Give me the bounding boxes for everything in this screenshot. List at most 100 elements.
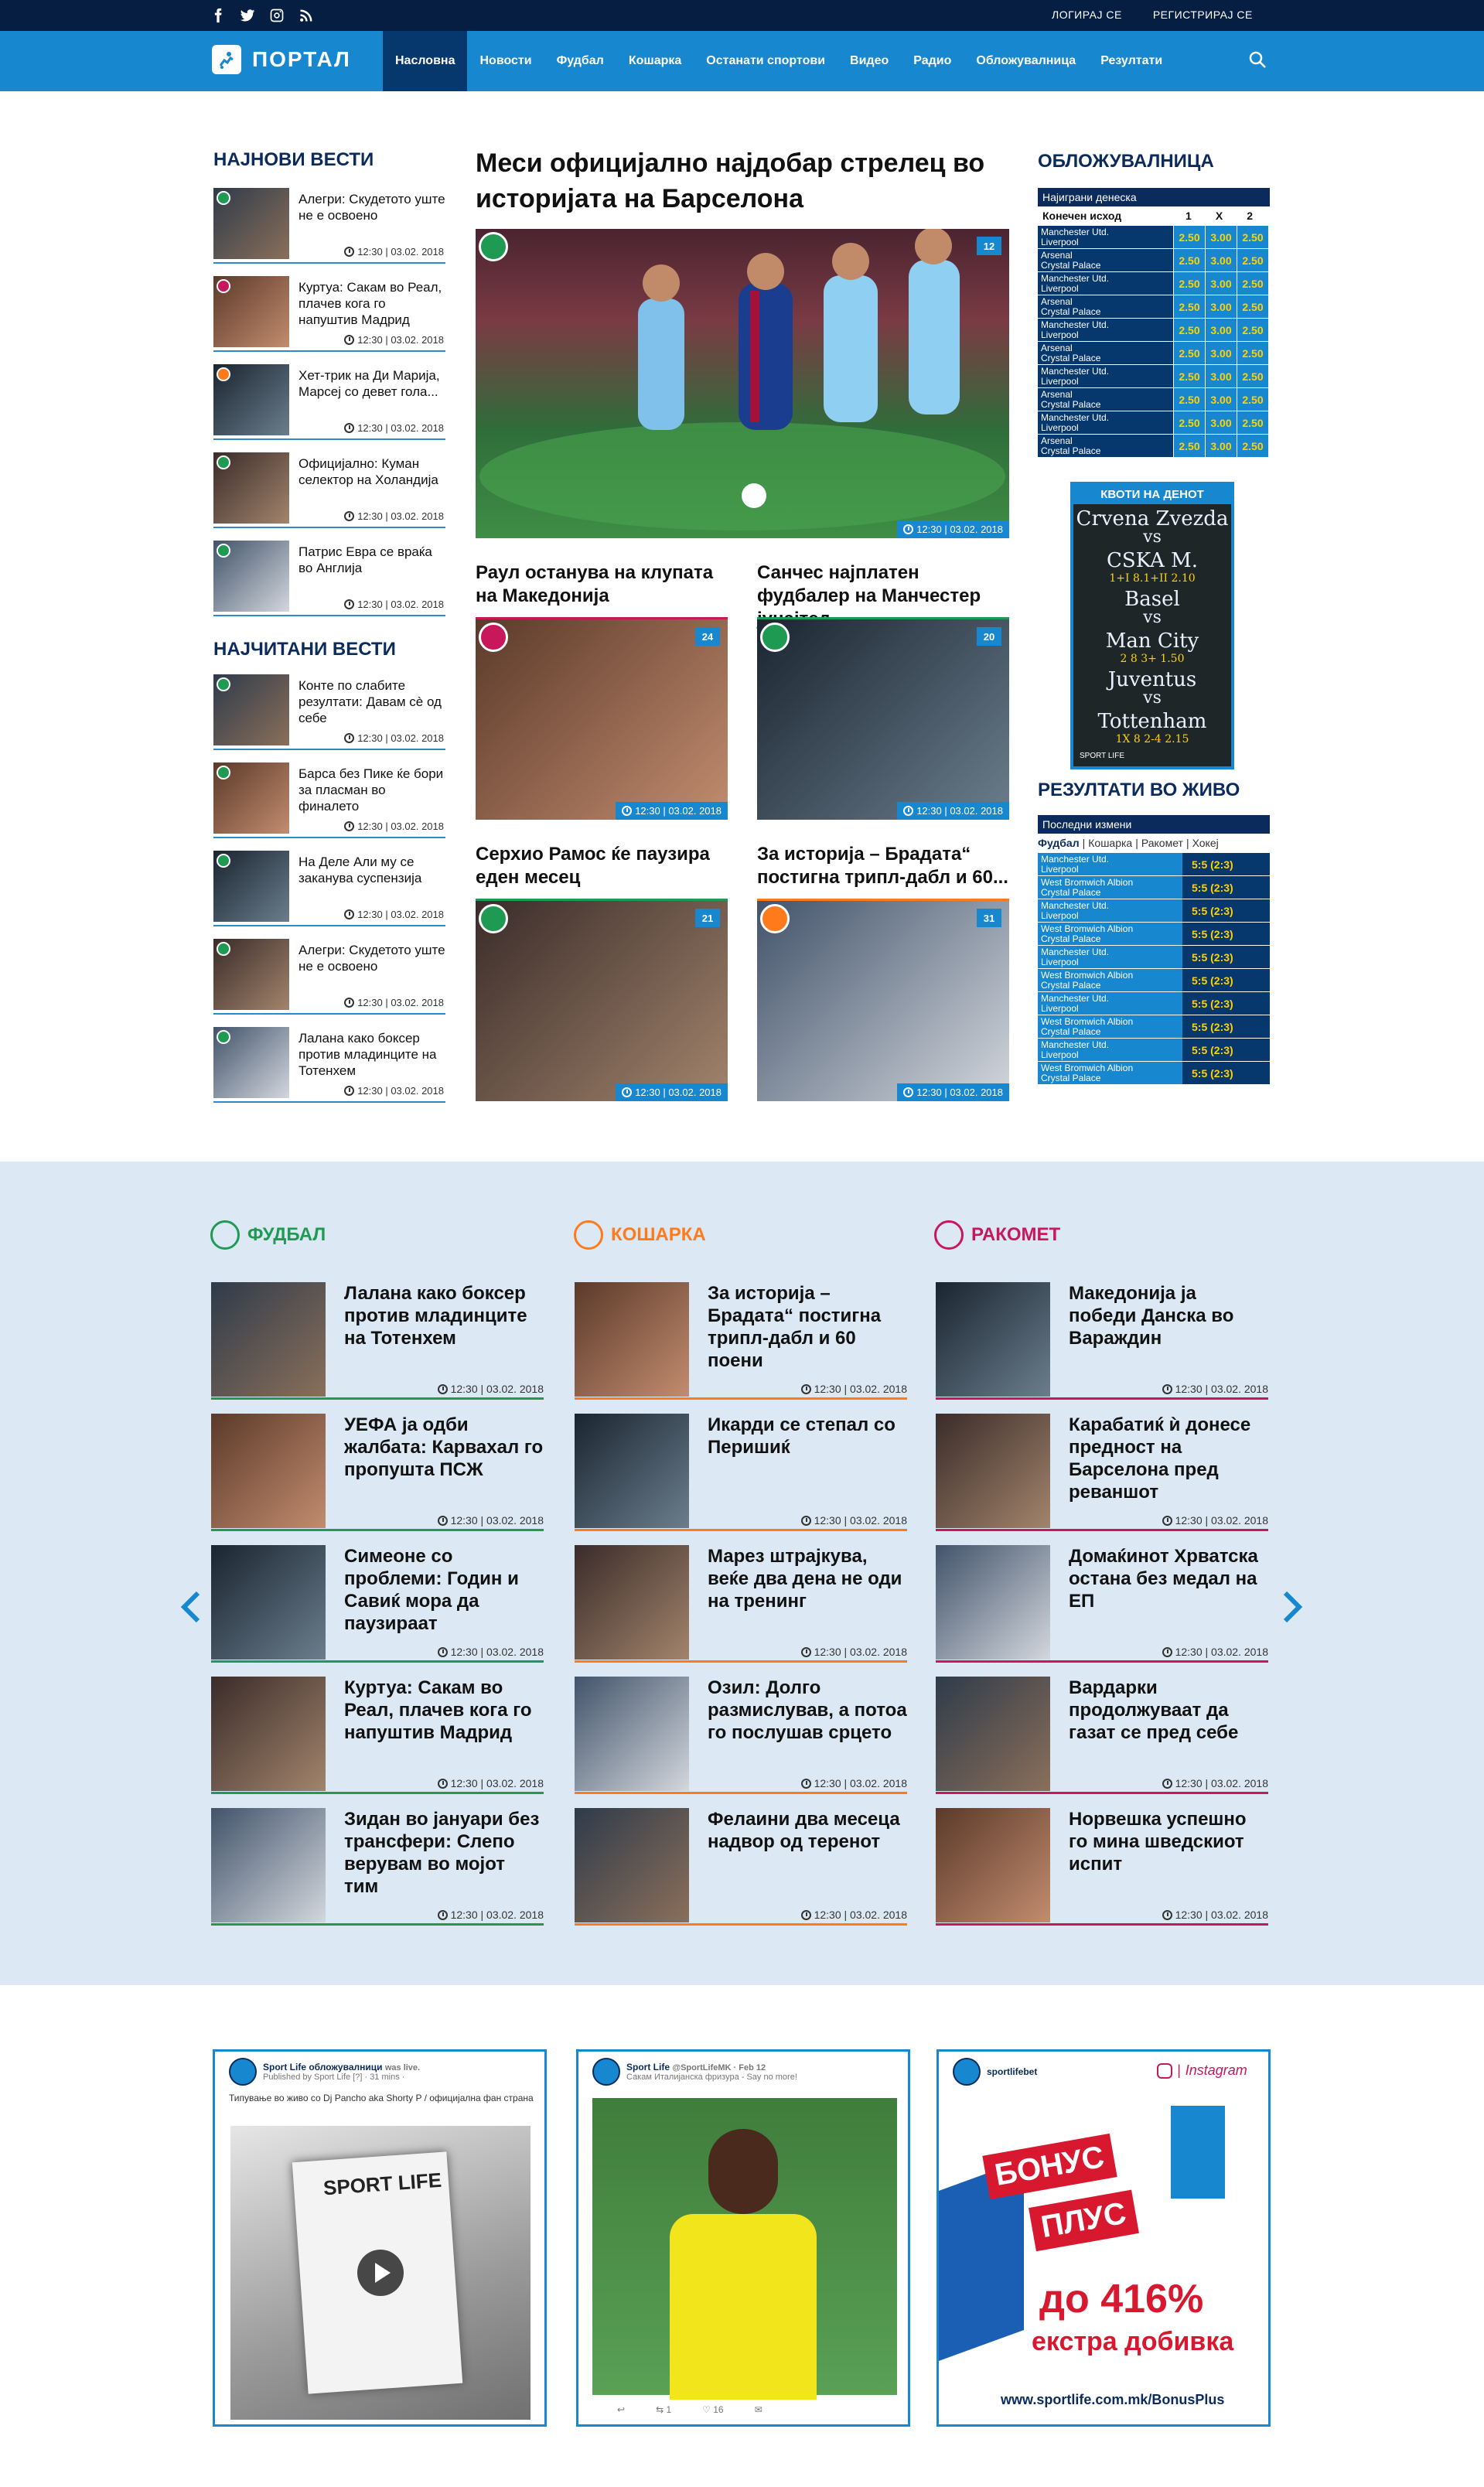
nav-item-news[interactable]: Новости <box>467 31 544 91</box>
nav-item-radio[interactable]: Радио <box>901 31 964 91</box>
tab-handball[interactable]: Ракомет <box>1141 837 1183 849</box>
list-item[interactable]: Норвешка успешно го мина шведскиот испит… <box>936 1808 1268 1926</box>
list-item[interactable]: Официјално: Куман селектор на Холандија 1… <box>213 452 445 528</box>
list-item[interactable]: Марез штрајкува, веќе два дена не оди на… <box>575 1545 907 1663</box>
odd-button[interactable]: 3.00 <box>1205 295 1237 318</box>
list-item[interactable]: УЕФА ја одби жалбата: Карвахал го пропуш… <box>211 1414 544 1531</box>
odd-button[interactable]: 3.00 <box>1205 365 1237 387</box>
tw-photo[interactable] <box>592 2098 897 2400</box>
table-row[interactable]: Arsenal Crystal Palace 2.50 3.00 2.50 <box>1038 387 1270 411</box>
list-item[interactable]: Вардарки продолжуваат да газат се пред с… <box>936 1677 1268 1794</box>
list-item[interactable]: Лалана како боксер против младинците на … <box>211 1282 544 1400</box>
table-row[interactable]: West Bromwich Albion Crystal Palace 5:5 (2… <box>1038 1015 1270 1038</box>
odd-button[interactable]: 2.50 <box>1173 295 1205 318</box>
odd-button[interactable]: 2.50 <box>1237 272 1268 295</box>
table-row[interactable]: Manchester Utd. Liverpool 5:5 (2:3) <box>1038 852 1270 875</box>
like-icon[interactable]: ♡ 16 <box>702 2404 723 2415</box>
list-item[interactable]: Македонија ја победи Данска во Вараждин 1… <box>936 1282 1268 1400</box>
table-row[interactable]: Manchester Utd. Liverpool 2.50 3.00 2.50 <box>1038 411 1270 434</box>
odd-button[interactable]: 2.50 <box>1237 319 1268 341</box>
table-row[interactable]: Manchester Utd. Liverpool 2.50 3.00 2.50 <box>1038 271 1270 295</box>
odd-button[interactable]: 2.50 <box>1173 411 1205 434</box>
article-card[interactable]: За историја – Брадата“ постигна трипл-да… <box>757 843 1009 1101</box>
register-link[interactable]: РЕГИСТРИРАЈ СЕ <box>1153 9 1253 21</box>
odd-button[interactable]: 2.50 <box>1173 226 1205 248</box>
list-item[interactable]: За историја – Брадата“ постигна трипл-да… <box>575 1282 907 1400</box>
list-item[interactable]: Алегри: Скудетото уште не е освоено 12:30… <box>213 188 445 264</box>
odd-button[interactable]: 2.50 <box>1237 295 1268 318</box>
list-item[interactable]: Патрис Евра се враќа во Англија 12:30 | 0… <box>213 541 445 616</box>
twitter-embed[interactable]: Sport Life @SportLifeMK · Feb 12 Сакам И… <box>576 2049 910 2427</box>
tab-football[interactable]: Фудбал <box>1038 837 1080 849</box>
list-item[interactable]: Фелаини два месеца надвор од теренот 12:3… <box>575 1808 907 1926</box>
table-row[interactable]: West Bromwich Albion Crystal Palace 5:5 (2… <box>1038 875 1270 899</box>
odd-button[interactable]: 3.00 <box>1205 319 1237 341</box>
fb-video[interactable]: SPORT LIFE <box>230 2126 530 2420</box>
odd-button[interactable]: 3.00 <box>1205 435 1237 457</box>
play-icon[interactable] <box>357 2250 404 2296</box>
twitter-icon[interactable] <box>238 6 257 25</box>
tab-hockey[interactable]: Хокеј <box>1192 837 1219 849</box>
table-row[interactable]: West Bromwich Albion Crystal Palace 5:5 (2… <box>1038 1061 1270 1084</box>
list-item[interactable]: Хет-трик на Ди Марија, Марсеј со девет г… <box>213 364 445 440</box>
facebook-embed[interactable]: Sport Life обложувалници was live. Publi… <box>213 2049 547 2427</box>
odd-button[interactable]: 2.50 <box>1173 365 1205 387</box>
article-card[interactable]: Раул останува на клупата на Македонија 24… <box>476 561 728 820</box>
list-item[interactable]: Алегри: Скудетото уште не е освоено 12:30… <box>213 939 445 1015</box>
list-item[interactable]: Куртуа: Сакам во Реал, плачев кога го на… <box>211 1677 544 1794</box>
odd-button[interactable]: 2.50 <box>1237 249 1268 271</box>
table-row[interactable]: Manchester Utd. Liverpool 2.50 3.00 2.50 <box>1038 364 1270 387</box>
quota-of-day-board[interactable]: КВОТИ НА ДЕНОТ Crvena Zvezda vs CSKA M. 1+I… <box>1070 482 1234 769</box>
odd-button[interactable]: 3.00 <box>1205 342 1237 364</box>
list-item[interactable]: Симеоне со проблеми: Годин и Савиќ мора … <box>211 1545 544 1663</box>
list-item[interactable]: Икарди се степал со Перишиќ 12:30 | 03.02… <box>575 1414 907 1531</box>
article-card[interactable]: Санчес најплатен фудбалер на Манчестер ј… <box>757 561 1009 820</box>
nav-item-football[interactable]: Фудбал <box>544 31 616 91</box>
list-item[interactable]: Конте по слабите резултати: Давам сè од … <box>213 674 445 750</box>
basketball-column-heading[interactable]: КОШАРКА <box>574 1220 706 1250</box>
instagram-icon[interactable] <box>268 6 286 25</box>
nav-item-betting[interactable]: Обложувалница <box>964 31 1088 91</box>
nav-item-home[interactable]: Насловна <box>383 31 468 91</box>
football-column-heading[interactable]: ФУДБАЛ <box>210 1220 326 1250</box>
odd-button[interactable]: 2.50 <box>1173 342 1205 364</box>
rss-icon[interactable] <box>297 6 316 25</box>
table-row[interactable]: Manchester Utd. Liverpool 2.50 3.00 2.50 <box>1038 318 1270 341</box>
nav-item-video[interactable]: Видео <box>838 31 901 91</box>
table-row[interactable]: Manchester Utd. Liverpool 5:5 (2:3) <box>1038 945 1270 968</box>
list-item[interactable]: Домаќинот Хрватска остана без медал на Е… <box>936 1545 1268 1663</box>
odd-button[interactable]: 2.50 <box>1173 435 1205 457</box>
fb-page-name[interactable]: Sport Life обложувалници <box>263 2062 383 2072</box>
list-item[interactable]: Барса без Пике ќе бори за пласман во фин… <box>213 762 445 838</box>
odd-button[interactable]: 2.50 <box>1173 249 1205 271</box>
nav-item-results[interactable]: Резултати <box>1088 31 1175 91</box>
retweet-icon[interactable]: ⇆ 1 <box>656 2404 671 2415</box>
odd-button[interactable]: 2.50 <box>1237 226 1268 248</box>
featured-headline[interactable]: Меси официјално најдобар стрелец во исто… <box>476 145 1009 217</box>
featured-article[interactable]: 12 12:30 | 03.02. 2018 <box>476 229 1009 538</box>
search-icon[interactable] <box>1248 50 1270 72</box>
instagram-embed[interactable]: sportlifebet | Instagram БОНУС ПЛУС до 41… <box>936 2049 1271 2427</box>
reply-icon[interactable]: ↩ <box>617 2404 625 2415</box>
table-row[interactable]: Arsenal Crystal Palace 2.50 3.00 2.50 <box>1038 341 1270 364</box>
table-row[interactable]: Arsenal Crystal Palace 2.50 3.00 2.50 <box>1038 295 1270 318</box>
nav-item-basketball[interactable]: Кошарка <box>616 31 694 91</box>
list-item[interactable]: На Деле Али му се заканува суспензија 12:… <box>213 851 445 926</box>
tw-name[interactable]: Sport Life <box>626 2062 670 2072</box>
article-card[interactable]: Серхио Рамос ќе паузира еден месец 21 12:3… <box>476 843 728 1101</box>
tab-basketball[interactable]: Кошарка <box>1088 837 1132 849</box>
list-item[interactable]: Куртуа: Сакам во Реал, плачев кога го на… <box>213 276 445 352</box>
table-row[interactable]: Arsenal Crystal Palace 2.50 3.00 2.50 <box>1038 434 1270 457</box>
mail-icon[interactable]: ✉ <box>755 2404 762 2415</box>
login-link[interactable]: ЛОГИРАЈ СЕ <box>1052 9 1122 21</box>
carousel-prev-arrow[interactable] <box>178 1590 203 1624</box>
odd-button[interactable]: 3.00 <box>1205 272 1237 295</box>
site-logo[interactable]: ПОРТАЛ <box>212 45 351 74</box>
promo-url[interactable]: www.sportlife.com.mk/BonusPlus <box>1001 2392 1224 2408</box>
odd-button[interactable]: 2.50 <box>1237 388 1268 411</box>
ig-username[interactable]: sportlifebet <box>987 2066 1037 2077</box>
odd-button[interactable]: 2.50 <box>1237 411 1268 434</box>
handball-column-heading[interactable]: РАКОМЕТ <box>934 1220 1060 1250</box>
facebook-icon[interactable] <box>209 6 227 25</box>
odd-button[interactable]: 2.50 <box>1237 435 1268 457</box>
